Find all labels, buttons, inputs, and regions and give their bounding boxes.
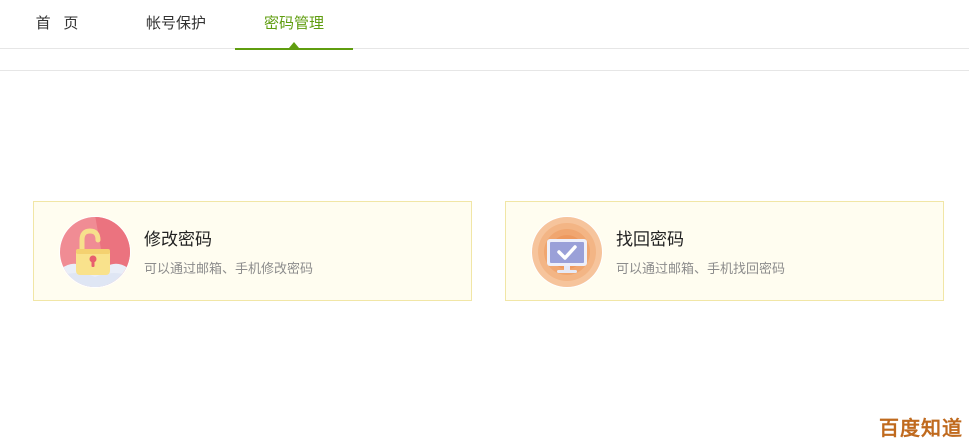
recover-password-description: 可以通过邮箱、手机找回密码 — [616, 262, 786, 277]
recover-password-card[interactable]: 找回密码 可以通过邮箱、手机找回密码 — [505, 201, 944, 301]
top-navigation: 首 页 帐号保护 密码管理 — [0, 0, 969, 50]
recover-password-title: 找回密码 — [616, 230, 684, 250]
unlocked-padlock-icon — [58, 215, 132, 289]
section-divider — [0, 70, 969, 71]
change-password-description: 可以通过邮箱、手机修改密码 — [144, 262, 314, 277]
active-tab-caret-icon — [289, 42, 299, 48]
baidu-zhidao-watermark: 百度知道 — [879, 416, 963, 440]
tab-password-management-label: 密码管理 — [263, 14, 324, 32]
password-management-page: 首 页 帐号保护 密码管理 修改密码 可以通过邮箱、手机修改密码 找回密码 可以… — [0, 0, 969, 447]
tab-home[interactable]: 首 页 — [14, 0, 104, 49]
tab-account-protection[interactable]: 帐号保护 — [120, 0, 232, 49]
change-password-card[interactable]: 修改密码 可以通过邮箱、手机修改密码 — [33, 201, 472, 301]
change-password-title: 修改密码 — [144, 230, 212, 250]
active-tab-underline — [235, 48, 353, 50]
monitor-check-icon — [530, 215, 604, 289]
tab-home-label: 首 页 — [35, 14, 83, 32]
tab-account-protection-label: 帐号保护 — [145, 14, 206, 32]
tab-password-management[interactable]: 密码管理 — [235, 0, 353, 50]
